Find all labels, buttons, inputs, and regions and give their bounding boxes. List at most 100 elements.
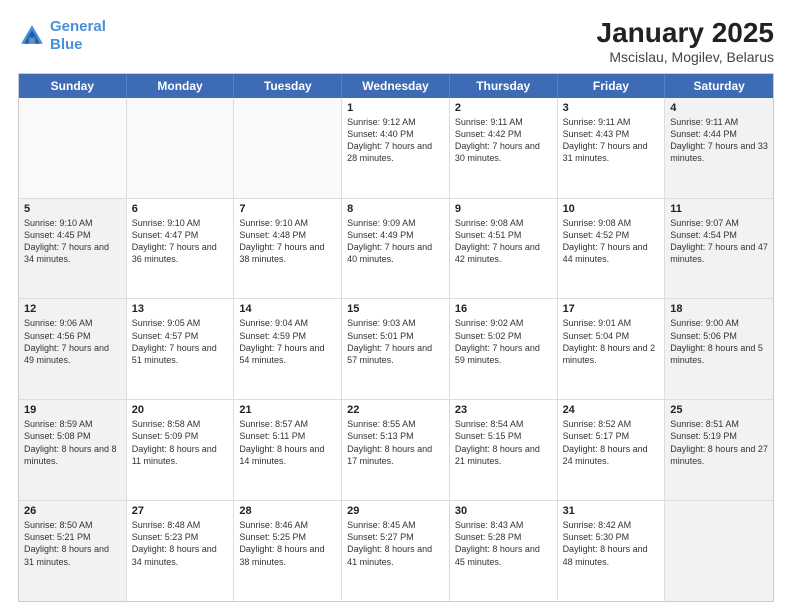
cell-info: Sunrise: 8:57 AM Sunset: 5:11 PM Dayligh…: [239, 418, 336, 467]
cell-info: Sunrise: 8:52 AM Sunset: 5:17 PM Dayligh…: [563, 418, 660, 467]
day-number: 31: [563, 505, 660, 517]
cell-info: Sunrise: 9:10 AM Sunset: 4:48 PM Dayligh…: [239, 217, 336, 266]
cal-cell: 17 Sunrise: 9:01 AM Sunset: 5:04 PM Dayli…: [558, 299, 666, 399]
cell-info: Sunrise: 8:43 AM Sunset: 5:28 PM Dayligh…: [455, 519, 552, 568]
cal-header-cell: Tuesday: [234, 74, 342, 98]
day-number: 2: [455, 102, 552, 114]
cal-cell: 24Sunrise: 8:52 AM Sunset: 5:17 PM Dayli…: [558, 400, 666, 500]
day-number: 23: [455, 404, 552, 416]
cell-info: Sunrise: 9:08 AM Sunset: 4:52 PM Dayligh…: [563, 217, 660, 266]
cell-info: Sunrise: 9:04 AM Sunset: 4:59 PM Dayligh…: [239, 317, 336, 366]
cal-cell: 11 Sunrise: 9:07 AM Sunset: 4:54 PM Dayli…: [665, 199, 773, 299]
cal-cell: 28 Sunrise: 8:46 AM Sunset: 5:25 PM Dayli…: [234, 501, 342, 601]
logo-icon: [18, 22, 46, 50]
day-number: 6: [132, 203, 229, 215]
cal-cell: 22 Sunrise: 8:55 AM Sunset: 5:13 PM Dayli…: [342, 400, 450, 500]
cal-header-cell: Sunday: [19, 74, 127, 98]
cal-cell: [127, 98, 235, 198]
cal-cell: 21 Sunrise: 8:57 AM Sunset: 5:11 PM Dayli…: [234, 400, 342, 500]
day-number: 22: [347, 404, 444, 416]
cal-cell: [234, 98, 342, 198]
cal-cell: 3 Sunrise: 9:11 AM Sunset: 4:43 PM Daylig…: [558, 98, 666, 198]
day-number: 21: [239, 404, 336, 416]
cell-info: Sunrise: 9:00 AM Sunset: 5:06 PM Dayligh…: [670, 317, 768, 366]
cal-cell: 7 Sunrise: 9:10 AM Sunset: 4:48 PM Daylig…: [234, 199, 342, 299]
day-number: 18: [670, 303, 768, 315]
cal-row: 12 Sunrise: 9:06 AM Sunset: 4:56 PM Dayli…: [19, 298, 773, 399]
day-number: 13: [132, 303, 229, 315]
cal-cell: 1 Sunrise: 9:12 AM Sunset: 4:40 PM Daylig…: [342, 98, 450, 198]
cell-info: Sunrise: 8:59 AM Sunset: 5:08 PM Dayligh…: [24, 418, 121, 467]
page: General Blue January 2025 Mscislau, Mogi…: [0, 0, 792, 612]
cal-cell: 26 Sunrise: 8:50 AM Sunset: 5:21 PM Dayli…: [19, 501, 127, 601]
day-number: 25: [670, 404, 768, 416]
cal-row: 1 Sunrise: 9:12 AM Sunset: 4:40 PM Daylig…: [19, 98, 773, 198]
cal-cell: 6Sunrise: 9:10 AM Sunset: 4:47 PM Daylig…: [127, 199, 235, 299]
cell-info: Sunrise: 9:07 AM Sunset: 4:54 PM Dayligh…: [670, 217, 768, 266]
cell-info: Sunrise: 9:10 AM Sunset: 4:45 PM Dayligh…: [24, 217, 121, 266]
cal-cell: [19, 98, 127, 198]
cell-info: Sunrise: 8:48 AM Sunset: 5:23 PM Dayligh…: [132, 519, 229, 568]
day-number: 19: [24, 404, 121, 416]
logo-line2: Blue: [50, 36, 83, 53]
cell-info: Sunrise: 9:09 AM Sunset: 4:49 PM Dayligh…: [347, 217, 444, 266]
day-number: 4: [670, 102, 768, 114]
cell-info: Sunrise: 8:45 AM Sunset: 5:27 PM Dayligh…: [347, 519, 444, 568]
cal-cell: 4Sunrise: 9:11 AM Sunset: 4:44 PM Daylig…: [665, 98, 773, 198]
cell-info: Sunrise: 9:06 AM Sunset: 4:56 PM Dayligh…: [24, 317, 121, 366]
day-number: 28: [239, 505, 336, 517]
cal-row: 5Sunrise: 9:10 AM Sunset: 4:45 PM Daylig…: [19, 198, 773, 299]
cal-cell: 23 Sunrise: 8:54 AM Sunset: 5:15 PM Dayli…: [450, 400, 558, 500]
day-number: 3: [563, 102, 660, 114]
header: General Blue January 2025 Mscislau, Mogi…: [18, 18, 774, 65]
day-number: 14: [239, 303, 336, 315]
cell-info: Sunrise: 9:01 AM Sunset: 5:04 PM Dayligh…: [563, 317, 660, 366]
cal-cell: 31 Sunrise: 8:42 AM Sunset: 5:30 PM Dayli…: [558, 501, 666, 601]
cell-info: Sunrise: 9:05 AM Sunset: 4:57 PM Dayligh…: [132, 317, 229, 366]
cal-cell: 27Sunrise: 8:48 AM Sunset: 5:23 PM Dayli…: [127, 501, 235, 601]
cal-cell: 5Sunrise: 9:10 AM Sunset: 4:45 PM Daylig…: [19, 199, 127, 299]
cell-info: Sunrise: 8:50 AM Sunset: 5:21 PM Dayligh…: [24, 519, 121, 568]
day-number: 20: [132, 404, 229, 416]
title-block: January 2025 Mscislau, Mogilev, Belarus: [597, 18, 774, 65]
cal-header-cell: Monday: [127, 74, 235, 98]
logo-line1: General: [50, 18, 106, 35]
page-title: January 2025: [597, 18, 774, 49]
day-number: 17: [563, 303, 660, 315]
cell-info: Sunrise: 8:54 AM Sunset: 5:15 PM Dayligh…: [455, 418, 552, 467]
cell-info: Sunrise: 9:12 AM Sunset: 4:40 PM Dayligh…: [347, 116, 444, 165]
cal-cell: 18 Sunrise: 9:00 AM Sunset: 5:06 PM Dayli…: [665, 299, 773, 399]
cal-cell: 8 Sunrise: 9:09 AM Sunset: 4:49 PM Daylig…: [342, 199, 450, 299]
logo-text: General Blue: [50, 18, 106, 54]
cal-header-cell: Friday: [558, 74, 666, 98]
cell-info: Sunrise: 9:11 AM Sunset: 4:43 PM Dayligh…: [563, 116, 660, 165]
day-number: 30: [455, 505, 552, 517]
cal-header-cell: Wednesday: [342, 74, 450, 98]
cal-row: 26 Sunrise: 8:50 AM Sunset: 5:21 PM Dayli…: [19, 500, 773, 601]
day-number: 16: [455, 303, 552, 315]
day-number: 10: [563, 203, 660, 215]
day-number: 26: [24, 505, 121, 517]
day-number: 11: [670, 203, 768, 215]
day-number: 1: [347, 102, 444, 114]
cal-cell: [665, 501, 773, 601]
cell-info: Sunrise: 9:08 AM Sunset: 4:51 PM Dayligh…: [455, 217, 552, 266]
day-number: 7: [239, 203, 336, 215]
cal-cell: 20 Sunrise: 8:58 AM Sunset: 5:09 PM Dayli…: [127, 400, 235, 500]
cal-cell: 13 Sunrise: 9:05 AM Sunset: 4:57 PM Dayli…: [127, 299, 235, 399]
calendar-body: 1 Sunrise: 9:12 AM Sunset: 4:40 PM Daylig…: [19, 98, 773, 601]
calendar-header: SundayMondayTuesdayWednesdayThursdayFrid…: [19, 74, 773, 98]
cell-info: Sunrise: 8:55 AM Sunset: 5:13 PM Dayligh…: [347, 418, 444, 467]
cell-info: Sunrise: 8:58 AM Sunset: 5:09 PM Dayligh…: [132, 418, 229, 467]
cal-cell: 25Sunrise: 8:51 AM Sunset: 5:19 PM Dayli…: [665, 400, 773, 500]
cell-info: Sunrise: 8:42 AM Sunset: 5:30 PM Dayligh…: [563, 519, 660, 568]
day-number: 8: [347, 203, 444, 215]
day-number: 12: [24, 303, 121, 315]
cal-header-cell: Thursday: [450, 74, 558, 98]
day-number: 9: [455, 203, 552, 215]
cal-cell: 14 Sunrise: 9:04 AM Sunset: 4:59 PM Dayli…: [234, 299, 342, 399]
cell-info: Sunrise: 8:46 AM Sunset: 5:25 PM Dayligh…: [239, 519, 336, 568]
cal-cell: 30 Sunrise: 8:43 AM Sunset: 5:28 PM Dayli…: [450, 501, 558, 601]
cal-header-cell: Saturday: [665, 74, 773, 98]
day-number: 15: [347, 303, 444, 315]
